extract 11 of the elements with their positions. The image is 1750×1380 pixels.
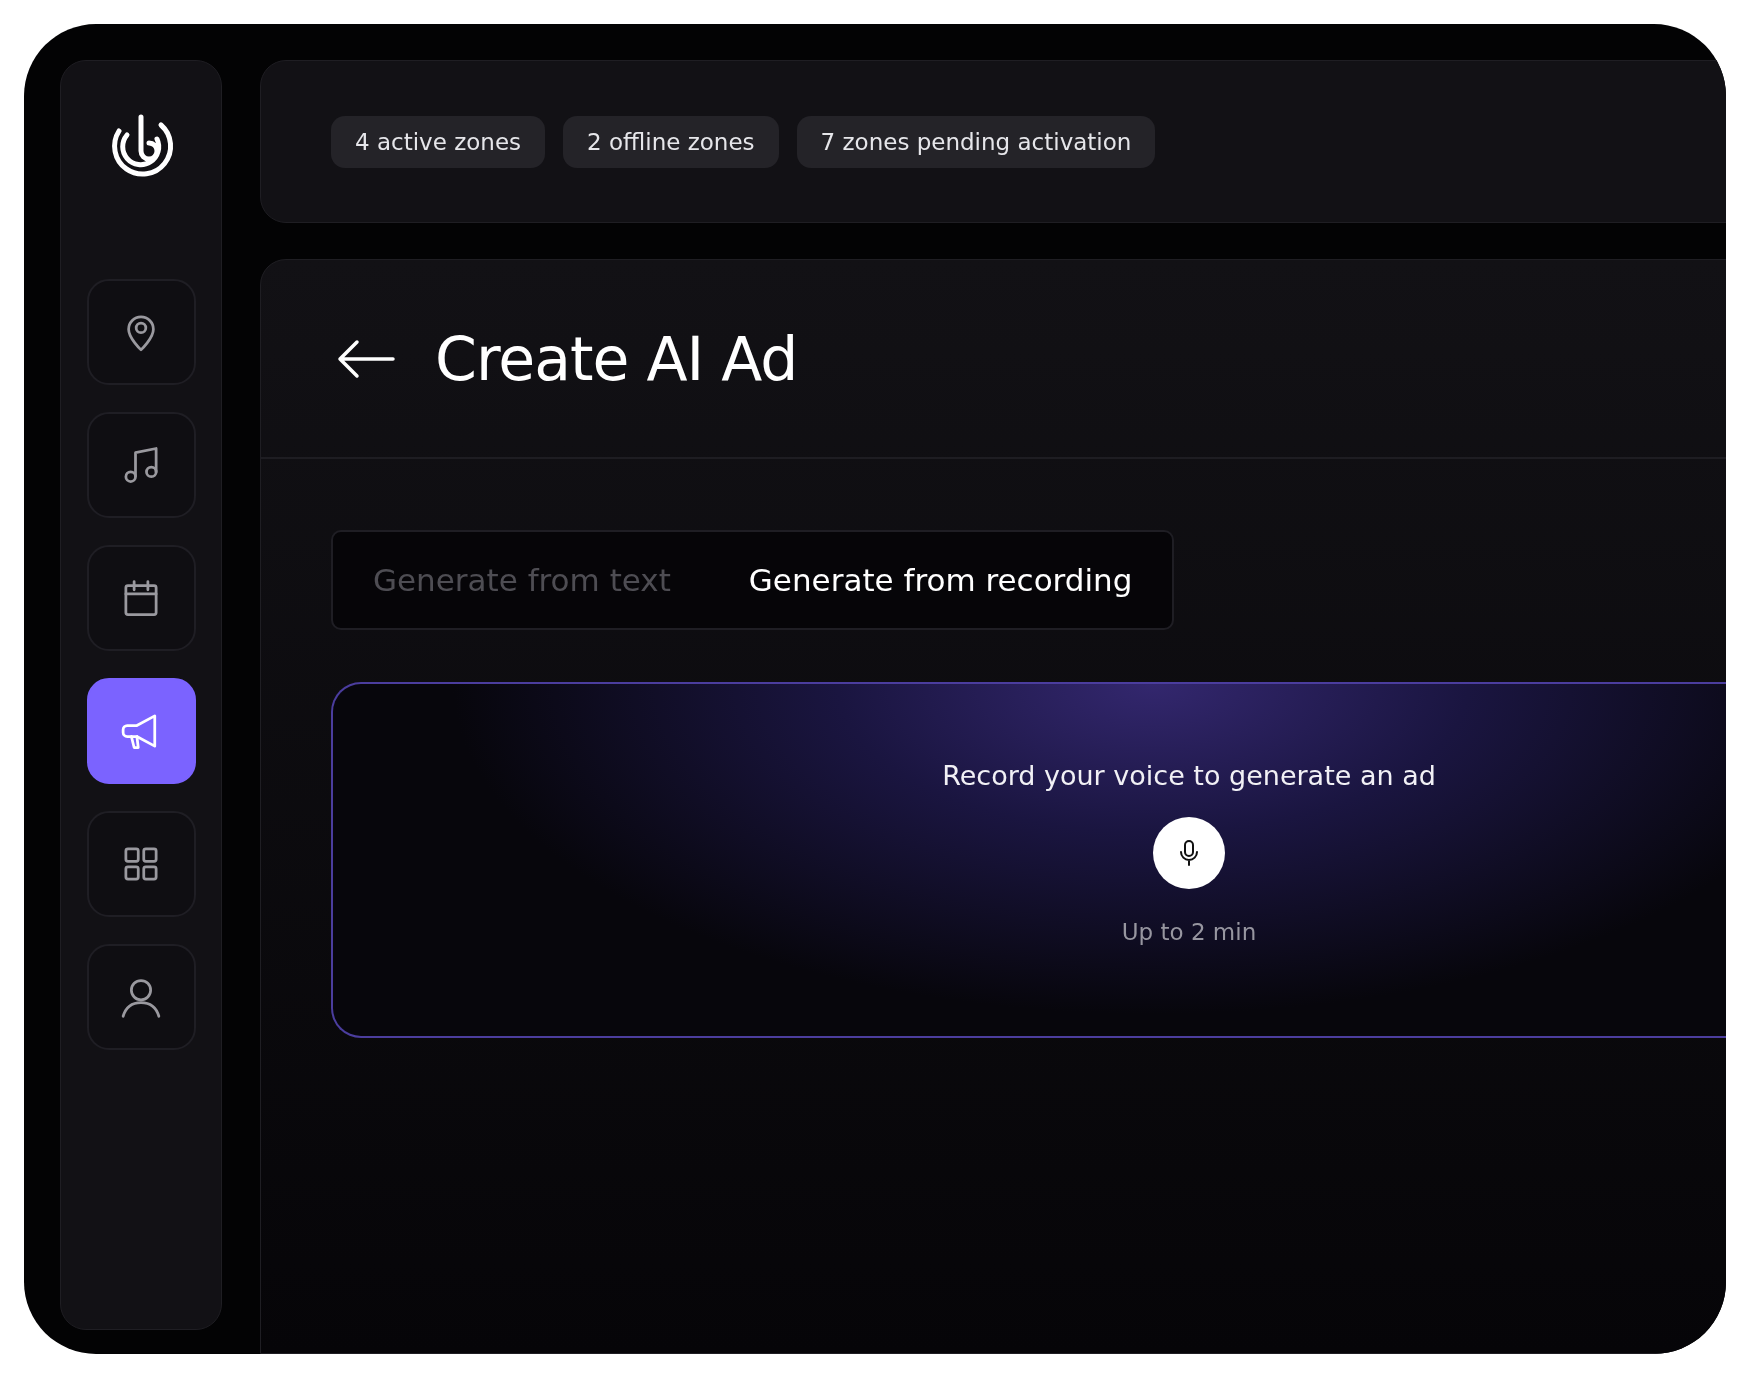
- status-chip: 7 zones pending activation: [796, 115, 1156, 168]
- record-prompt: Record your voice to generate an ad: [942, 760, 1436, 791]
- nav-button[interactable]: [86, 811, 196, 917]
- nav-button[interactable]: [86, 545, 196, 651]
- nav-button[interactable]: [86, 678, 196, 784]
- duration-hint: Up to 2 min: [1121, 919, 1257, 945]
- status-chip: 4 active zones: [331, 115, 546, 168]
- mode-tab[interactable]: Generate from recording: [748, 562, 1133, 598]
- page-title: Create AI Ad: [435, 323, 798, 394]
- status-chip: 2 offline zones: [563, 115, 779, 168]
- back-arrow-icon[interactable]: [337, 338, 395, 379]
